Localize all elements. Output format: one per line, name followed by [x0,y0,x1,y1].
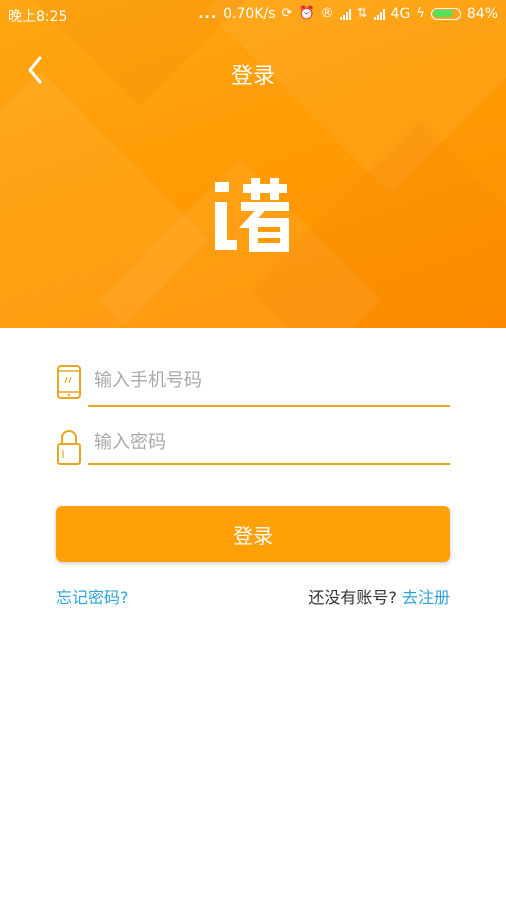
auth-links: 忘记密码? 还没有账号? 去注册 [56,584,450,608]
password-underline [88,463,450,465]
status-bar: 晚上8:25 ... 0.70K/s ⟳ ⏰ ® ⇅ 4G ϟ 84% [0,0,506,30]
sync-off-icon: ⟳ [281,6,293,21]
alarm-icon: ⏰ [298,6,315,21]
network-speed: 0.70K/s [223,6,276,22]
no-account-text: 还没有账号? [308,588,402,607]
nav-bar: 登录 [0,44,506,100]
phone-underline [88,405,450,407]
network-type: 4G [390,6,411,22]
phone-input[interactable] [88,364,450,396]
header-banner: 晚上8:25 ... 0.70K/s ⟳ ⏰ ® ⇅ 4G ϟ 84% 登录 [0,0,506,328]
lock-icon [57,430,81,465]
status-dots: ... [198,6,218,22]
registered-icon: ® [320,6,334,21]
register-prompt: 还没有账号? 去注册 [308,584,450,608]
signal-icon [339,8,351,20]
signal-icon-2 [373,8,385,20]
charging-icon: ϟ [416,6,425,21]
login-screen: 晚上8:25 ... 0.70K/s ⟳ ⏰ ® ⇅ 4G ϟ 84% 登录 输… [0,0,506,900]
logo-icon [215,178,289,252]
battery-percent: 84% [466,6,498,22]
battery-icon [430,8,461,20]
status-time: 晚上8:25 [8,9,68,25]
register-link[interactable]: 去注册 [402,588,450,607]
data-transfer-icon: ⇅ [356,6,368,21]
password-input[interactable] [88,426,450,458]
password-field [56,424,450,468]
phone-field [56,360,450,408]
login-button[interactable]: 登录 [56,506,450,562]
forgot-password-link[interactable]: 忘记密码? [56,584,129,608]
status-indicators: ... 0.70K/s ⟳ ⏰ ® ⇅ 4G ϟ 84% [198,6,498,22]
phone-icon [57,365,81,399]
page-title: 登录 [230,64,275,89]
